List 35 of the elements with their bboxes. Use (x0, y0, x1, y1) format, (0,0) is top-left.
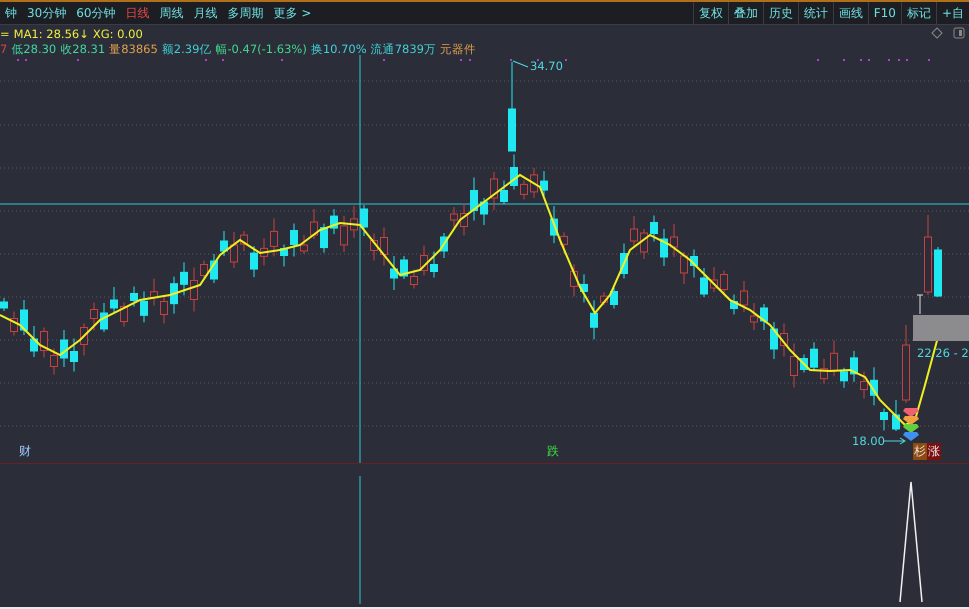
quote-text: 额2.39亿 (162, 42, 212, 57)
gem-icon (903, 408, 919, 417)
quote-text: 7 (0, 42, 8, 57)
price-range-box (913, 315, 969, 341)
indicator-text: = (0, 27, 10, 41)
signal-badge: 杉 (913, 443, 927, 460)
indicator-text: XG: 0.00 (92, 27, 143, 41)
indicator-text: MA1: 28.56↓ (14, 27, 89, 41)
quote-text: 元器件 (440, 42, 476, 57)
period-tab[interactable]: 多周期 (222, 4, 269, 22)
period-tab[interactable]: 周线 (154, 4, 189, 22)
period-tab[interactable]: 钟 (0, 4, 22, 22)
quote-text: 幅-0.47(-1.63%) (215, 42, 307, 57)
diamond-icon (931, 27, 943, 39)
gem-icon (903, 416, 919, 425)
price-label: 18.00 (852, 434, 885, 448)
arrow-icon (884, 438, 906, 444)
period-tab[interactable]: 日线 (120, 4, 155, 22)
period-tab[interactable]: 月线 (188, 4, 223, 22)
quote-text: 量83865 (109, 42, 158, 57)
signal-label: 跌 (547, 443, 559, 460)
quote-text: 流通7839万 (370, 42, 436, 57)
price-tick-mark (916, 294, 924, 314)
quote-text: 低28.30 (11, 42, 56, 57)
gem-icon (903, 424, 919, 433)
price-label: 34.70 (530, 59, 563, 73)
quote-text: 收28.31 (60, 42, 106, 57)
quote-text: 换10.70% (310, 42, 367, 57)
signal-badge: 涨 (927, 443, 941, 460)
signal-label: 财 (19, 443, 31, 460)
period-tab[interactable]: 30分钟 (22, 4, 72, 22)
gem-icon (903, 432, 919, 441)
panel-toggle-icon[interactable] (953, 27, 965, 39)
period-tab[interactable]: 更多 > (268, 4, 316, 22)
period-tab[interactable]: 60分钟 (71, 4, 121, 22)
